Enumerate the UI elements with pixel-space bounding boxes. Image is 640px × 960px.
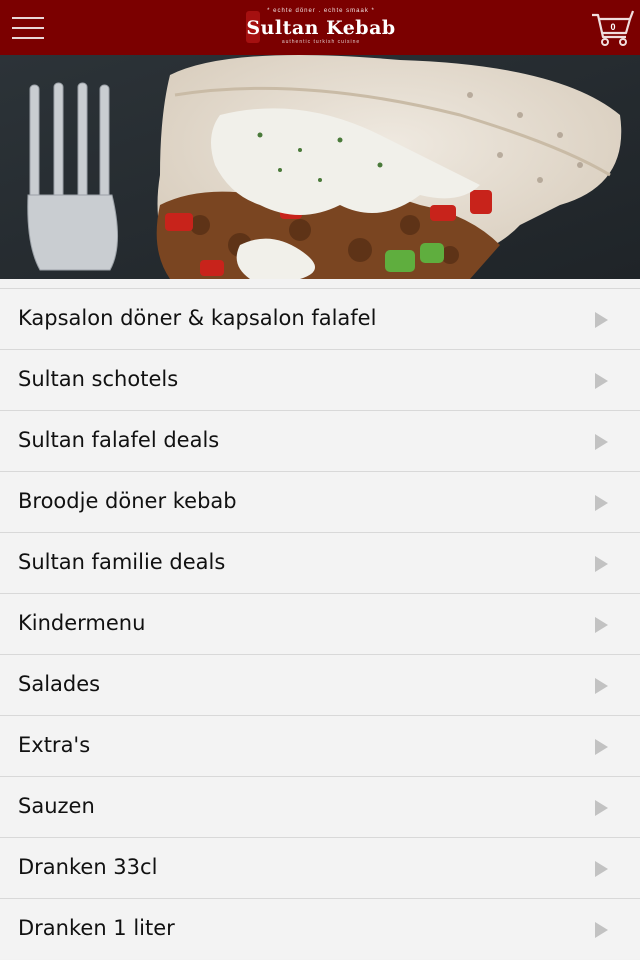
chevron-right-icon bbox=[595, 861, 608, 877]
cart-count-badge: 0 bbox=[610, 22, 616, 32]
shopping-cart-button[interactable]: 0 bbox=[590, 9, 635, 47]
menu-item-label: Dranken 1 liter bbox=[18, 916, 175, 940]
menu-item-label: Dranken 33cl bbox=[18, 855, 158, 879]
logo-tagline: * echte döner . echte smaak * bbox=[267, 8, 375, 14]
menu-item-label: Sultan falafel deals bbox=[18, 428, 220, 452]
chevron-right-icon bbox=[595, 678, 608, 694]
menu-item-label: Kindermenu bbox=[18, 611, 146, 635]
menu-item-sultan-falafel-deals[interactable]: Sultan falafel deals bbox=[0, 410, 640, 471]
chevron-right-icon bbox=[595, 922, 608, 938]
menu-item-dranken-1-liter[interactable]: Dranken 1 liter bbox=[0, 898, 640, 959]
chevron-right-icon bbox=[595, 800, 608, 816]
hero-food-image bbox=[0, 55, 640, 279]
menu-item-kindermenu[interactable]: Kindermenu bbox=[0, 593, 640, 654]
menu-item-broodje-doner-kebab[interactable]: Broodje döner kebab bbox=[0, 471, 640, 532]
chevron-right-icon bbox=[595, 434, 608, 450]
app-header: * echte döner . echte smaak * Sultan Keb… bbox=[0, 0, 640, 55]
menu-item-sultan-familie-deals[interactable]: Sultan familie deals bbox=[0, 532, 640, 593]
chevron-right-icon bbox=[595, 739, 608, 755]
menu-item-sauzen[interactable]: Sauzen bbox=[0, 776, 640, 837]
menu-item-label: Sultan schotels bbox=[18, 367, 179, 391]
menu-item-extras[interactable]: Extra's bbox=[0, 715, 640, 776]
menu-item-label: Kapsalon döner & kapsalon falafel bbox=[18, 306, 377, 330]
hamburger-menu-icon[interactable] bbox=[12, 15, 44, 41]
logo-subtitle: authentic turkish cuisine bbox=[281, 39, 361, 45]
category-menu-list: Kapsalon döner & kapsalon falafel Sultan… bbox=[0, 288, 640, 959]
menu-item-label: Extra's bbox=[18, 733, 91, 757]
menu-item-salades[interactable]: Salades bbox=[0, 654, 640, 715]
menu-item-label: Broodje döner kebab bbox=[18, 489, 237, 513]
sultan-kebab-logo[interactable]: * echte döner . echte smaak * Sultan Keb… bbox=[246, 8, 396, 46]
section-divider bbox=[0, 279, 640, 288]
menu-item-kapsalon[interactable]: Kapsalon döner & kapsalon falafel bbox=[0, 288, 640, 349]
menu-item-dranken-33cl[interactable]: Dranken 33cl bbox=[0, 837, 640, 898]
menu-item-label: Sultan familie deals bbox=[18, 550, 226, 574]
chevron-right-icon bbox=[595, 373, 608, 389]
menu-item-sultan-schotels[interactable]: Sultan schotels bbox=[0, 349, 640, 410]
chevron-right-icon bbox=[595, 312, 608, 328]
logo-name: Sultan Kebab bbox=[246, 17, 396, 39]
chevron-right-icon bbox=[595, 495, 608, 511]
chevron-right-icon bbox=[595, 556, 608, 572]
chevron-right-icon bbox=[595, 617, 608, 633]
menu-item-label: Salades bbox=[18, 672, 101, 696]
menu-item-label: Sauzen bbox=[18, 794, 95, 818]
